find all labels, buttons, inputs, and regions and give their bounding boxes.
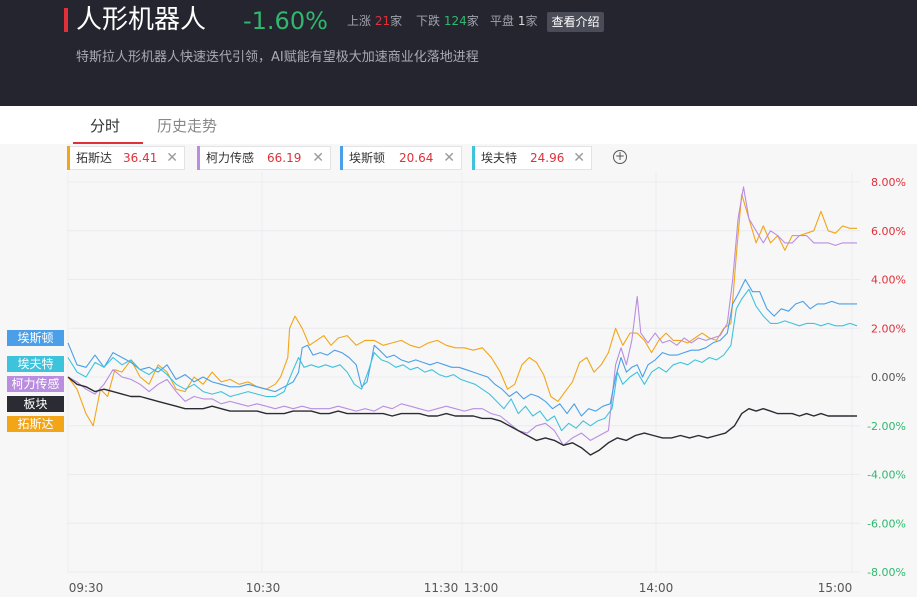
- x-tick-label: 11:30: [424, 581, 459, 595]
- x-tick-label: 15:00: [818, 581, 853, 595]
- up-count: 21: [374, 14, 391, 28]
- close-icon[interactable]: ✕: [312, 147, 324, 169]
- x-tick-label: 10:30: [246, 581, 281, 595]
- chip-name: 拓斯达: [76, 151, 113, 165]
- x-tick-label: 14:00: [639, 581, 674, 595]
- title-accent-bar: [64, 8, 68, 32]
- y-tick-label: -4.00%: [867, 469, 906, 482]
- chip-aisidun[interactable]: 埃斯顿 20.64 ✕: [340, 146, 462, 170]
- tab-bar: 分时 历史走势: [0, 106, 917, 144]
- down-stat: 下跌 124家: [416, 12, 479, 30]
- chip-tuosida[interactable]: 拓斯达 36.41 ✕: [67, 146, 185, 170]
- flat-unit: 家: [525, 14, 538, 28]
- chip-value: 36.41: [123, 151, 158, 165]
- flat-label: 平盘: [490, 14, 515, 28]
- page-title: 人形机器人: [76, 5, 207, 35]
- plus-circle-icon[interactable]: +: [613, 150, 627, 164]
- legend-tag-埃夫特: 埃夫特: [7, 356, 64, 372]
- change-percent: -1.60%: [243, 7, 328, 35]
- y-tick-label: -8.00%: [867, 566, 906, 579]
- x-tick-label: 09:30: [69, 581, 104, 595]
- flat-stat: 平盘 1家: [490, 12, 538, 30]
- y-tick-label: 0.00%: [871, 371, 906, 384]
- down-unit: 家: [466, 14, 479, 28]
- sector-description: 特斯拉人形机器人快速迭代引领，AI赋能有望极大加速商业化落地进程: [76, 50, 479, 65]
- chip-color-bar: [197, 146, 200, 170]
- down-label: 下跌: [416, 14, 441, 28]
- chip-keli[interactable]: 柯力传感 66.19 ✕: [197, 146, 331, 170]
- chip-name: 柯力传感: [206, 151, 255, 165]
- chip-color-bar: [472, 146, 475, 170]
- chip-color-bar: [67, 146, 70, 170]
- legend-tag-拓斯达: 拓斯达: [7, 416, 64, 432]
- tab-history[interactable]: 历史走势: [157, 116, 217, 136]
- y-tick-label: 6.00%: [871, 225, 906, 238]
- chip-value: 20.64: [399, 151, 434, 165]
- close-icon[interactable]: ✕: [443, 147, 455, 169]
- y-tick-label: -2.00%: [867, 420, 906, 433]
- chip-name: 埃斯顿: [349, 151, 386, 165]
- y-tick-label: 8.00%: [871, 176, 906, 189]
- header: 人形机器人 -1.60% 上涨 21家 下跌 124家 平盘 1家 查看介绍 特…: [0, 0, 917, 106]
- chip-value: 66.19: [267, 151, 302, 165]
- comparison-chips: 拓斯达 36.41 ✕ 柯力传感 66.19 ✕ 埃斯顿 20.64 ✕ 埃夫特…: [0, 144, 917, 172]
- tab-intraday[interactable]: 分时: [90, 116, 120, 136]
- chip-aifute[interactable]: 埃夫特 24.96 ✕: [472, 146, 592, 170]
- chip-value: 24.96: [530, 151, 565, 165]
- x-tick-label: 13:00: [464, 581, 499, 595]
- close-icon[interactable]: ✕: [166, 147, 178, 169]
- up-stat: 上涨 21家: [347, 12, 402, 30]
- y-tick-label: 2.00%: [871, 322, 906, 335]
- up-unit: 家: [390, 14, 403, 28]
- view-intro-button[interactable]: 查看介绍: [547, 12, 604, 32]
- close-icon[interactable]: ✕: [573, 147, 585, 169]
- legend-tag-板块: 板块: [7, 396, 64, 412]
- y-tick-label: -6.00%: [867, 517, 906, 530]
- legend-tag-柯力传感: 柯力传感: [7, 376, 64, 392]
- up-label: 上涨: [347, 14, 372, 28]
- intraday-chart: 8.00% 6.00% 4.00% 2.00% 0.00% -2.00% -4.00% -6.…: [67, 172, 906, 595]
- chip-color-bar: [340, 146, 343, 170]
- legend-tag-埃斯顿: 埃斯顿: [7, 330, 64, 346]
- down-count: 124: [443, 14, 467, 28]
- chip-name: 埃夫特: [481, 151, 518, 165]
- y-tick-label: 4.00%: [871, 274, 906, 287]
